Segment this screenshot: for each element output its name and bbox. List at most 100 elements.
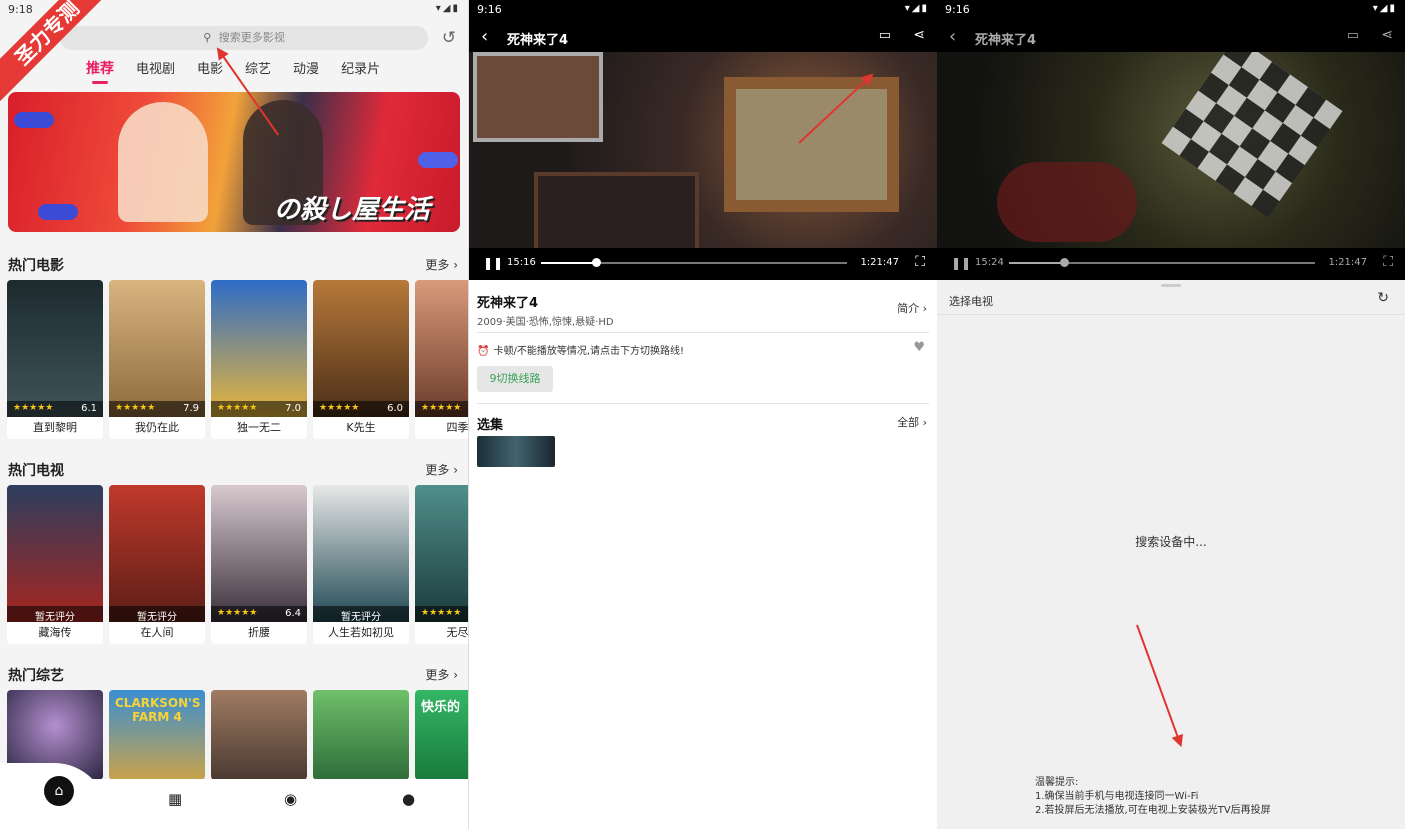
current-time: 15:24 (975, 257, 1004, 268)
banner-decoration (418, 152, 458, 168)
tv-card[interactable]: 暂无评分 藏海传 (7, 485, 103, 644)
episodes-title: 选集 (477, 418, 504, 433)
episodes-all-link[interactable]: 全部 › (897, 414, 927, 430)
card-title: 人生若如初见 (328, 626, 394, 639)
favorite-heart-icon[interactable]: ♥ (913, 340, 925, 355)
video-controls: ❚❚ 15:24 1:21:47 ⛶ (937, 248, 1405, 280)
score: 6.1 (81, 403, 97, 414)
more-tv-link[interactable]: 更多 › (425, 461, 458, 478)
divider (477, 332, 929, 333)
tab-anime[interactable]: 动漫 (293, 58, 319, 78)
poster-image: ★★★★★ 6.0 (313, 280, 409, 417)
more-variety-link[interactable]: 更多 › (425, 666, 458, 683)
progress-track[interactable] (1009, 258, 1315, 267)
variety-card[interactable] (313, 690, 409, 780)
episode-thumbnail[interactable] (477, 436, 555, 467)
intro-link[interactable]: 简介 › (897, 300, 927, 316)
back-arrow-icon[interactable]: ‹ (949, 26, 956, 47)
tab-recommend[interactable]: 推荐 (86, 58, 114, 84)
pause-icon[interactable]: ❚❚ (483, 256, 503, 270)
movie-card[interactable]: ★★★★★ 6.0 K先生 (313, 280, 409, 439)
tv-card[interactable]: ★★★★★ 6.4 折腰 (211, 485, 307, 644)
tv-card[interactable]: ★★★★★ 无尽的 (415, 485, 468, 644)
refresh-icon[interactable]: ↻ (1377, 290, 1389, 306)
progress-track[interactable] (541, 258, 847, 267)
video-scene (724, 77, 899, 212)
poster-image (313, 690, 409, 780)
movie-card[interactable]: ★★★★★ 6.1 直到黎明 (7, 280, 103, 439)
tab-movies[interactable]: 电影 (197, 58, 223, 78)
tip-text: ⏰ 卡顿/不能播放等情况,请点击下方切换路线! (477, 342, 684, 357)
movie-card[interactable]: ★★★★★ 7.9 我仍在此 (109, 280, 205, 439)
grid-icon[interactable]: ▦ (168, 790, 182, 808)
search-bar[interactable]: ⚲ 搜索更多影视 (60, 26, 428, 50)
profile-icon[interactable]: ● (402, 790, 415, 808)
video-top-bar: ‹ 死神来了4 ▭ ⋖ (937, 20, 1405, 52)
movie-card[interactable]: ★★★★★ 四季之 (415, 280, 468, 439)
video-frame[interactable] (937, 52, 1405, 248)
video-top-bar: ‹ 死神来了4 ▭ ⋖ (469, 20, 937, 52)
pause-icon[interactable]: ❚❚ (951, 256, 971, 270)
tab-documentary[interactable]: 纪录片 (341, 58, 380, 78)
device-sheet (937, 280, 1405, 829)
note-line: 1.确保当前手机与电视连接同一Wi-Fi (1035, 791, 1199, 802)
rating-bar: 暂无评分 (313, 606, 409, 623)
compass-icon[interactable]: ◉ (284, 790, 297, 808)
tv-card[interactable]: 暂无评分 人生若如初见 (313, 485, 409, 644)
cast-icon[interactable]: ▭ (1347, 28, 1359, 43)
back-arrow-icon[interactable]: ‹ (481, 26, 488, 47)
tab-variety[interactable]: 综艺 (245, 58, 271, 78)
hero-banner[interactable]: の殺し屋生活 (8, 92, 460, 232)
video-title: 死神来了4 (975, 33, 1037, 48)
fullscreen-icon[interactable]: ⛶ (1383, 254, 1393, 270)
rating-bar: ★★★★★ 6.1 (7, 401, 103, 417)
video-scene (473, 52, 603, 142)
history-icon[interactable]: ↺ (439, 28, 459, 48)
section-title-variety: 热门综艺 (8, 668, 64, 684)
movie-card[interactable]: ★★★★★ 7.0 独一无二 (211, 280, 307, 439)
more-label: 更多 (425, 668, 450, 682)
sheet-handle[interactable] (1161, 284, 1181, 287)
tab-tv-series[interactable]: 电视剧 (136, 58, 175, 78)
notes-title: 温馨提示: (1035, 777, 1079, 788)
duration: 1:21:47 (1328, 257, 1367, 268)
variety-card[interactable]: 快乐的 (415, 690, 468, 780)
tv-card[interactable]: 暂无评分 在人间 (109, 485, 205, 644)
video-scene (534, 172, 699, 248)
fullscreen-icon[interactable]: ⛶ (915, 254, 925, 270)
duration: 1:21:47 (860, 257, 899, 268)
tips-notes: 温馨提示: 1.确保当前手机与电视连接同一Wi-Fi 2.若投屏后无法播放,可在… (1035, 776, 1271, 818)
poster-image: 暂无评分 (109, 485, 205, 623)
share-icon[interactable]: ⋖ (1381, 27, 1393, 43)
status-bar: 9:16 ▾◢▮ (937, 0, 1405, 20)
card-title: 独一无二 (237, 421, 281, 434)
poster-image: 暂无评分 (7, 485, 103, 623)
card-title: 藏海传 (38, 626, 72, 639)
card-title: 四季之 (446, 421, 469, 434)
poster-image: 暂无评分 (313, 485, 409, 623)
episodes-all-label: 全部 (897, 416, 920, 429)
score: 6.4 (285, 608, 301, 619)
clock-icon: ⏰ (477, 346, 490, 357)
more-movies-link[interactable]: 更多 › (425, 256, 458, 273)
stars: ★★★★★ (319, 403, 360, 413)
video-scene (1161, 52, 1343, 218)
stars: ★★★★★ (217, 608, 258, 618)
share-icon[interactable]: ⋖ (913, 27, 925, 43)
movie-row: ★★★★★ 6.1 直到黎明 ★★★★★ 7.9 我仍在此 ★★★★★ 7.0 独一无… (7, 280, 468, 439)
home-icon[interactable]: ⌂ (44, 776, 74, 806)
home-screen: 9:18 ▾◢▮ 圣力专测 ⚲ 搜索更多影视 ↺ 推荐 电视剧 电影 综艺 动漫… (0, 0, 468, 829)
tv-row: 暂无评分 藏海传 暂无评分 在人间 ★★★★★ 6.4 折腰 暂无评分 人生若如初… (7, 485, 468, 644)
variety-card[interactable] (211, 690, 307, 780)
progress-knob[interactable] (1060, 258, 1070, 267)
progress-knob[interactable] (592, 258, 602, 267)
rating-bar: 暂无评分 (7, 606, 103, 623)
status-bar: 9:16 ▾◢▮ (469, 0, 937, 20)
rating-bar: 暂无评分 (109, 606, 205, 623)
player-screen: 9:16 ▾◢▮ ‹ 死神来了4 ▭ ⋖ ❚❚ 15:16 1:21:47 ⛶ … (468, 0, 937, 829)
rating-bar: ★★★★★ 7.9 (109, 401, 205, 417)
variety-card[interactable]: CLARKSON'S FARM 4 (109, 690, 205, 780)
status-icons: ▾◢▮ (904, 3, 929, 14)
cast-icon[interactable]: ▭ (879, 28, 891, 43)
switch-line-button[interactable]: 9切换线路 (477, 366, 553, 392)
